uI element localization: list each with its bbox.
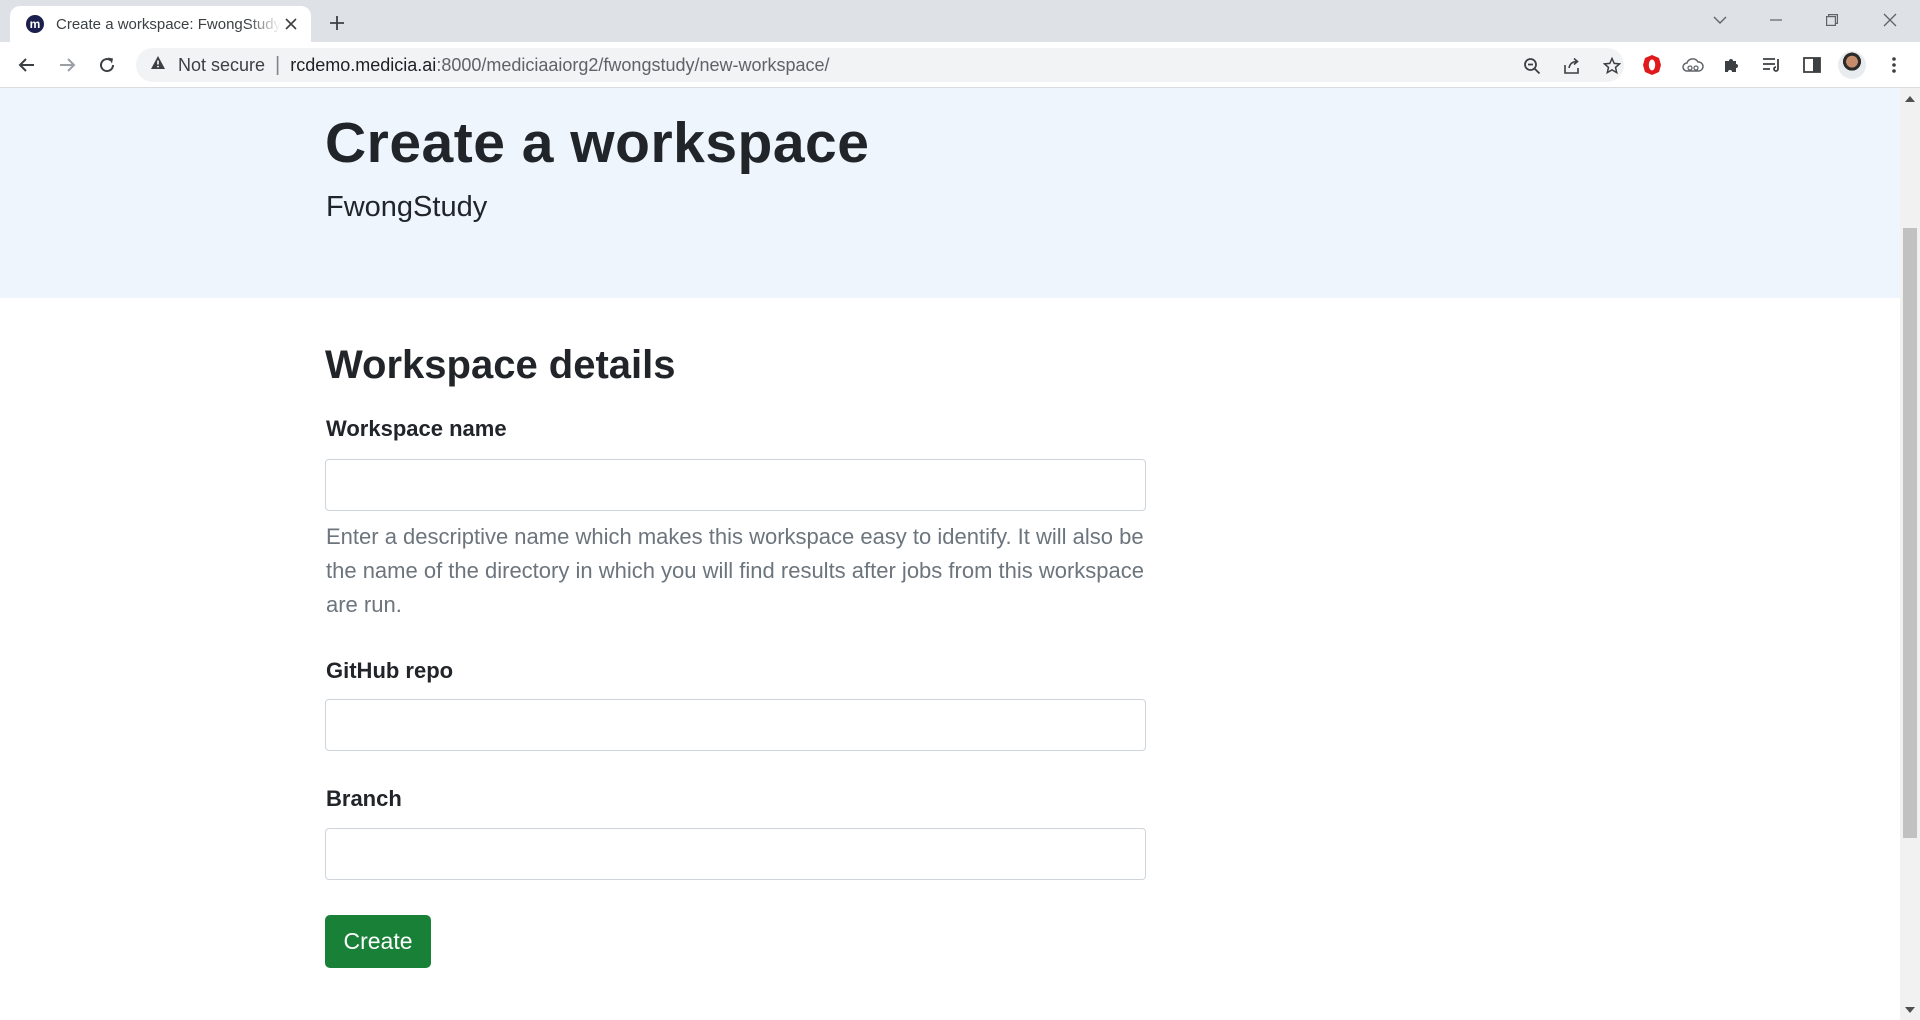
study-name: FwongStudy <box>326 191 488 223</box>
browser-tab[interactable]: m Create a workspace: FwongStudy <box>10 6 311 42</box>
scroll-up-arrow-icon[interactable] <box>1900 90 1920 107</box>
workspace-name-help-text: Enter a descriptive name which makes thi… <box>326 524 1145 617</box>
address-separator: | <box>275 53 281 76</box>
restore-icon[interactable] <box>1812 6 1852 34</box>
star-icon[interactable] <box>1600 54 1624 78</box>
site-favicon-icon: m <box>26 15 44 33</box>
page-viewport: Create a workspace FwongStudy Workspace … <box>0 88 1900 1020</box>
tab-strip: m Create a workspace: FwongStudy <box>0 0 1920 42</box>
workspace-name-label: Workspace name <box>326 416 507 441</box>
close-tab-icon[interactable] <box>281 14 301 34</box>
new-tab-icon[interactable] <box>324 10 350 36</box>
minimize-icon[interactable] <box>1756 6 1796 34</box>
forward-arrow-icon[interactable] <box>52 50 82 80</box>
page-scrollbar[interactable] <box>1900 88 1920 1020</box>
url-path: :8000/mediciaaiorg2/fwongstudy/new-works… <box>436 54 830 75</box>
section-title: Workspace details <box>325 343 676 387</box>
tab-search-icon[interactable] <box>1700 6 1740 34</box>
reload-icon[interactable] <box>92 50 122 80</box>
github-repo-label: GitHub repo <box>326 658 454 683</box>
zoom-out-icon[interactable] <box>1520 54 1544 78</box>
page-header: Create a workspace FwongStudy <box>0 88 1900 298</box>
address-bar[interactable]: Not secure | rcdemo.medicia.ai:8000/medi… <box>136 48 1624 82</box>
page-title: Create a workspace <box>325 111 870 175</box>
url-host: rcdemo.medicia.ai <box>290 54 437 75</box>
branch-input[interactable] <box>325 828 1146 880</box>
security-status-label: Not secure <box>178 54 266 75</box>
share-icon[interactable] <box>1560 54 1584 78</box>
browser-toolbar: Not secure | rcdemo.medicia.ai:8000/medi… <box>0 42 1920 88</box>
close-window-icon[interactable] <box>1870 6 1910 34</box>
url-text: rcdemo.medicia.ai:8000/mediciaaiorg2/fwo… <box>290 55 829 76</box>
scrollbar-thumb[interactable] <box>1903 228 1917 838</box>
puzzle-extensions-icon[interactable] <box>1717 50 1747 80</box>
side-panel-icon[interactable] <box>1797 50 1827 80</box>
profile-avatar[interactable] <box>1838 51 1866 79</box>
branch-label: Branch <box>326 786 402 811</box>
scroll-down-arrow-icon[interactable] <box>1900 1001 1920 1018</box>
back-arrow-icon[interactable] <box>12 50 42 80</box>
warning-icon[interactable] <box>150 55 166 75</box>
reading-list-icon[interactable] <box>1757 50 1787 80</box>
create-button[interactable]: Create <box>325 915 431 968</box>
kebab-menu-icon[interactable] <box>1879 50 1909 80</box>
workspace-name-input[interactable] <box>325 459 1146 511</box>
opera-extension-icon[interactable] <box>1637 50 1667 80</box>
cloud-extension-icon[interactable] <box>1678 50 1708 80</box>
github-repo-input[interactable] <box>325 699 1146 751</box>
tab-title: Create a workspace: FwongStudy <box>56 15 281 33</box>
